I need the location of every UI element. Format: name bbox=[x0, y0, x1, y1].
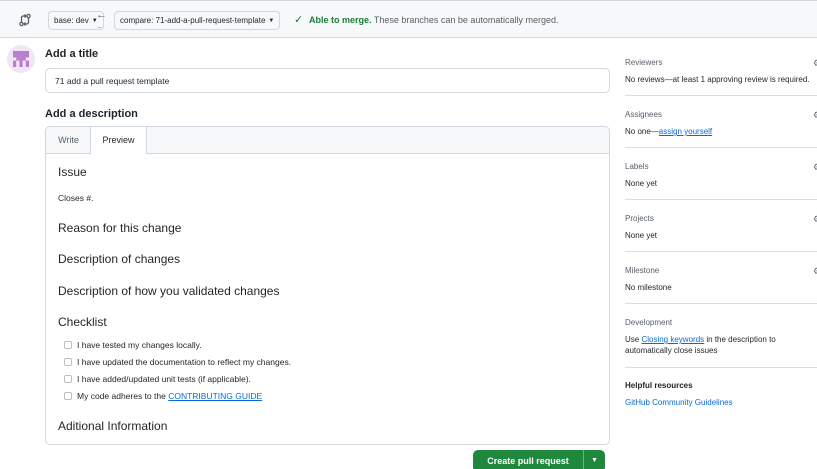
ellipsis-icon: ... bbox=[97, 21, 102, 30]
reason-heading: Reason for this change bbox=[58, 221, 182, 235]
checklist-item-text: I have tested my changes locally. bbox=[77, 340, 202, 350]
issue-text: Closes #. bbox=[58, 193, 94, 203]
helpful-resources-label: Helpful resources bbox=[625, 381, 693, 390]
assignees-label[interactable]: Assignees bbox=[625, 110, 662, 119]
milestone-value: No milestone bbox=[625, 283, 672, 292]
base-branch-label: base: dev bbox=[54, 16, 89, 25]
tab-write[interactable]: Write bbox=[46, 127, 91, 154]
divider bbox=[625, 199, 817, 200]
checklist-item: I have added/updated unit tests (if appl… bbox=[64, 373, 251, 385]
merge-status-bold: Able to merge. bbox=[309, 15, 372, 25]
caret-down-icon: ▼ bbox=[268, 18, 275, 24]
development-suffix: in the description to bbox=[704, 335, 776, 344]
divider bbox=[625, 147, 817, 148]
contributing-guide-link[interactable]: CONTRIBUTING GUIDE bbox=[168, 391, 262, 401]
labels-value: None yet bbox=[625, 179, 658, 188]
gear-icon[interactable]: ⚙ bbox=[813, 214, 817, 225]
description-editor: Write Preview Issue Closes #. Reason for… bbox=[45, 126, 610, 445]
divider bbox=[625, 251, 817, 252]
git-compare-icon bbox=[18, 13, 32, 27]
checklist-item-text: My code adheres to the bbox=[77, 391, 169, 401]
merge-status: Able to merge. These branches can be aut… bbox=[309, 14, 558, 26]
merge-status-text: These branches can be automatically merg… bbox=[373, 15, 559, 25]
compare-branch-label: compare: 71-add-a-pull-request-template bbox=[120, 16, 266, 25]
create-pull-request-button[interactable]: Create pull request bbox=[473, 450, 583, 469]
reviewers-value: No reviews—at least 1 approving review i… bbox=[625, 75, 810, 84]
development-text-line2: automatically close issues bbox=[625, 346, 718, 355]
divider bbox=[625, 303, 817, 304]
milestone-label[interactable]: Milestone bbox=[625, 266, 659, 275]
checkbox[interactable] bbox=[64, 358, 72, 366]
tab-preview[interactable]: Preview bbox=[90, 127, 147, 155]
title-input[interactable] bbox=[45, 68, 610, 93]
divider bbox=[625, 95, 817, 96]
assign-yourself-link[interactable]: assign yourself bbox=[659, 127, 712, 136]
title-heading: Add a title bbox=[45, 48, 99, 60]
gear-icon[interactable]: ⚙ bbox=[813, 266, 817, 277]
projects-label[interactable]: Projects bbox=[625, 214, 654, 223]
check-icon: ✓ bbox=[294, 14, 304, 26]
arrow-left-icon: ← bbox=[96, 9, 107, 21]
editor-tabbar: Write Preview bbox=[46, 127, 609, 155]
gear-icon[interactable]: ⚙ bbox=[813, 110, 817, 121]
checklist-item: I have updated the documentation to refl… bbox=[64, 356, 291, 368]
validation-heading: Description of how you validated changes bbox=[58, 284, 280, 298]
avatar-identicon bbox=[13, 51, 29, 67]
checkbox[interactable] bbox=[64, 392, 72, 400]
closing-keywords-link[interactable]: Closing keywords bbox=[641, 335, 704, 344]
checkbox[interactable] bbox=[64, 341, 72, 349]
checklist-heading: Checklist bbox=[58, 315, 107, 329]
avatar[interactable] bbox=[7, 45, 35, 73]
development-prefix: Use bbox=[625, 335, 642, 344]
checklist-item: I have tested my changes locally. bbox=[64, 339, 202, 351]
assignees-prefix: No one— bbox=[625, 127, 659, 136]
checklist-item: My code adheres to the CONTRIBUTING GUID… bbox=[64, 390, 262, 402]
create-pull-request-group: Create pull request ▼ bbox=[473, 450, 605, 469]
divider bbox=[625, 367, 817, 368]
checklist-item-text: I have updated the documentation to refl… bbox=[77, 357, 292, 367]
additional-heading: Aditional Information bbox=[58, 419, 168, 433]
issue-heading: Issue bbox=[58, 165, 87, 179]
reviewers-label[interactable]: Reviewers bbox=[625, 58, 662, 67]
checkbox[interactable] bbox=[64, 375, 72, 383]
compare-bar: base: dev ▼ ← ... compare: 71-add-a-pull-… bbox=[0, 0, 817, 38]
caret-down-icon[interactable]: ▼ bbox=[583, 450, 605, 469]
assignees-value: No one—assign yourself bbox=[625, 126, 712, 137]
projects-value: None yet bbox=[625, 231, 658, 240]
development-text: Use Closing keywords in the description … bbox=[625, 334, 776, 345]
community-guidelines-link[interactable]: GitHub Community Guidelines bbox=[625, 397, 733, 408]
labels-label[interactable]: Labels bbox=[625, 162, 649, 171]
development-label: Development bbox=[625, 318, 673, 327]
gear-icon[interactable]: ⚙ bbox=[813, 162, 817, 173]
checklist-item-text: I have added/updated unit tests (if appl… bbox=[77, 374, 251, 384]
compare-branch-select[interactable]: compare: 71-add-a-pull-request-template ▼ bbox=[114, 11, 281, 30]
description-heading: Add a description bbox=[45, 108, 138, 120]
gear-icon[interactable]: ⚙ bbox=[813, 58, 817, 69]
changes-heading: Description of changes bbox=[58, 252, 181, 266]
